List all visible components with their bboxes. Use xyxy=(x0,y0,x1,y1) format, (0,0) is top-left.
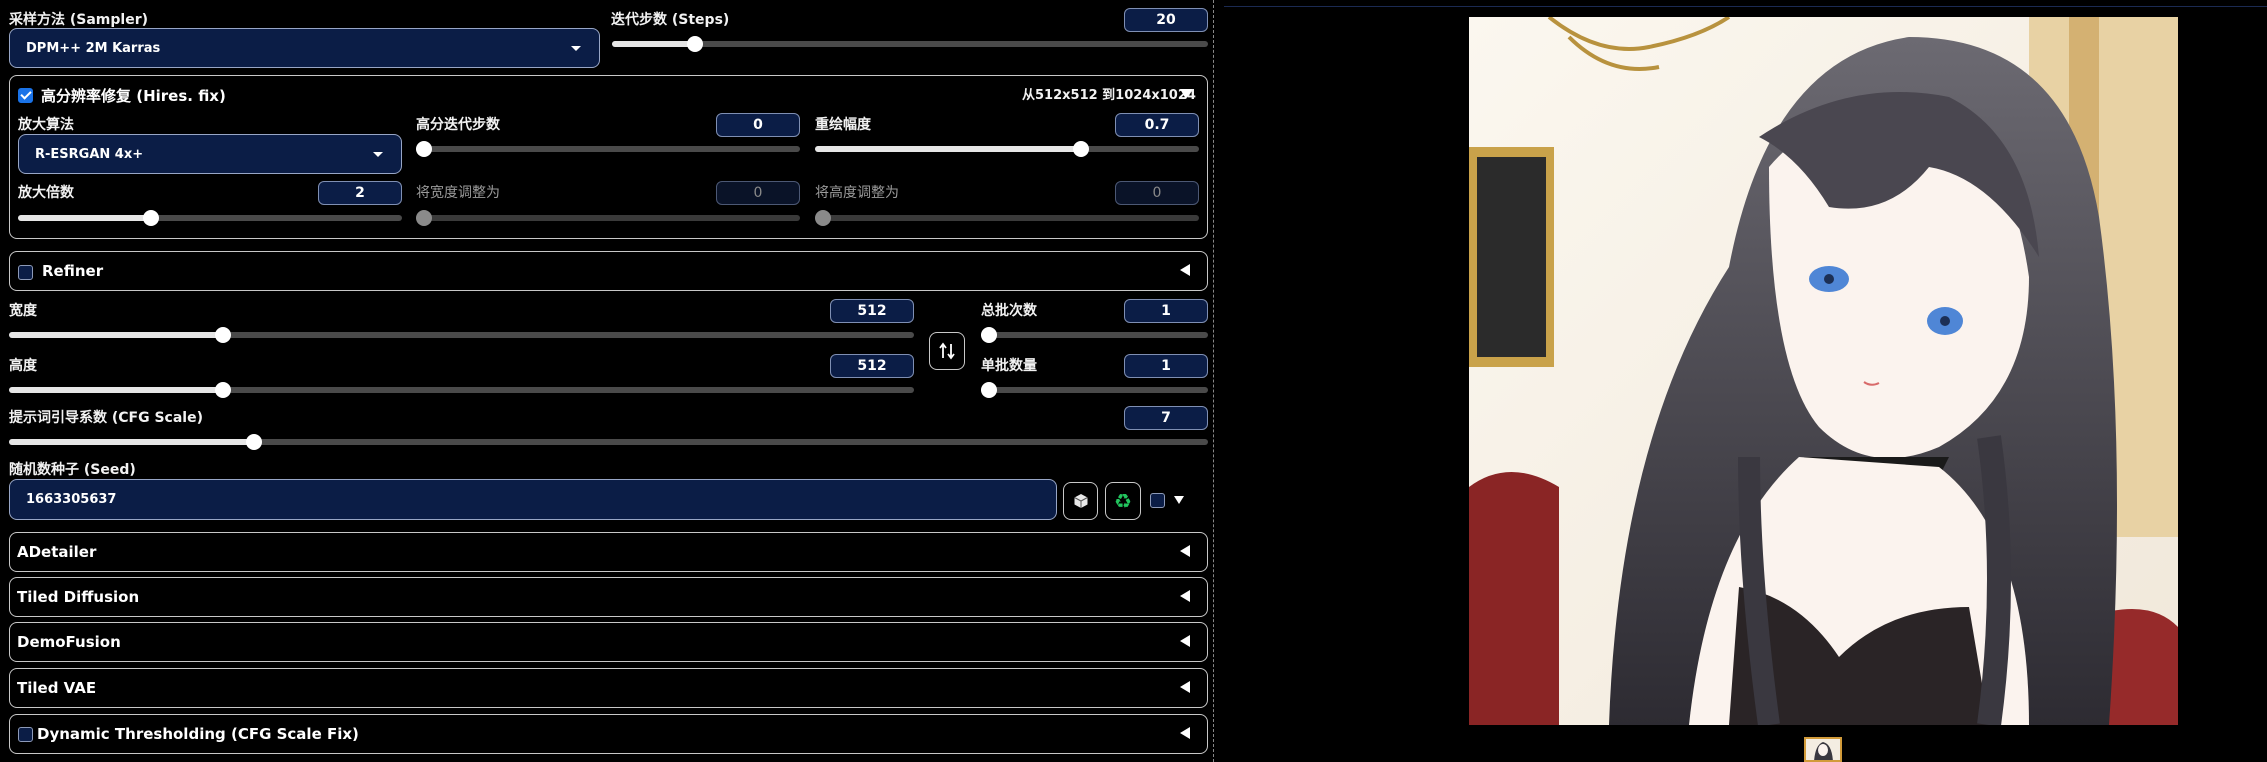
resize-width-slider[interactable] xyxy=(416,210,800,226)
width-input[interactable]: 512 xyxy=(830,299,914,323)
recycle-icon: ♻ xyxy=(1114,489,1132,513)
seed-input[interactable]: 1663305637 xyxy=(9,479,1057,520)
resize-width-label: 将宽度调整为 xyxy=(416,185,500,201)
cfg-label: 提示词引导系数 (CFG Scale) xyxy=(9,410,203,426)
swap-dimensions-button[interactable] xyxy=(929,332,965,370)
hires-steps-input[interactable]: 0 xyxy=(716,113,800,137)
seed-value: 1663305637 xyxy=(26,492,117,507)
expand-triangle-icon[interactable] xyxy=(1180,545,1190,557)
hires-fix-title: 高分辨率修复 (Hires. fix) xyxy=(41,87,226,105)
accordion-title: ADetailer xyxy=(17,543,97,561)
denoise-input[interactable]: 0.7 xyxy=(1115,113,1199,137)
sampler-value: DPM++ 2M Karras xyxy=(26,40,161,56)
denoise-slider[interactable] xyxy=(815,141,1199,157)
slider-thumb[interactable] xyxy=(143,210,160,226)
slider-thumb[interactable] xyxy=(215,382,232,398)
thumbnail-image xyxy=(1806,739,1840,760)
slider-thumb[interactable] xyxy=(981,327,997,343)
collapse-triangle-icon[interactable] xyxy=(1180,89,1192,99)
accordion-title: Tiled VAE xyxy=(17,679,97,697)
output-thumbnail[interactable] xyxy=(1804,737,1842,762)
sampler-select[interactable]: DPM++ 2M Karras xyxy=(9,28,600,68)
refiner-accordion[interactable] xyxy=(9,251,1208,291)
hires-summary: 从512x512 到1024x1024 xyxy=(1022,88,1196,103)
dice-icon xyxy=(1073,494,1088,508)
random-seed-button[interactable] xyxy=(1063,482,1098,520)
steps-label: 迭代步数 (Steps) xyxy=(611,12,730,28)
hires-steps-label: 高分迭代步数 xyxy=(416,117,500,133)
accordion-panel[interactable] xyxy=(9,622,1208,662)
steps-slider[interactable] xyxy=(612,36,1208,52)
expand-triangle-icon[interactable] xyxy=(1180,635,1190,647)
accordion-title: Dynamic Thresholding (CFG Scale Fix) xyxy=(37,725,359,743)
batch-count-slider[interactable] xyxy=(981,327,1208,343)
upscale-by-label: 放大倍数 xyxy=(18,185,74,201)
batch-size-slider[interactable] xyxy=(981,382,1208,398)
expand-triangle-icon[interactable] xyxy=(1180,727,1190,739)
top-border-line xyxy=(1224,6,2267,7)
upscaler-value: R-ESRGAN 4x+ xyxy=(35,146,144,162)
height-label: 高度 xyxy=(9,358,37,374)
resize-width-input[interactable]: 0 xyxy=(716,181,800,205)
generated-anime-girl-image xyxy=(1469,17,2178,725)
seed-extra-checkbox[interactable] xyxy=(1150,493,1165,508)
batch-size-label: 单批数量 xyxy=(981,358,1037,374)
slider-thumb[interactable] xyxy=(416,141,432,157)
hires-steps-slider[interactable] xyxy=(416,141,800,157)
upscale-by-slider[interactable] xyxy=(18,210,402,226)
batch-count-label: 总批次数 xyxy=(981,303,1037,319)
refiner-title: Refiner xyxy=(42,262,104,280)
width-slider[interactable] xyxy=(9,327,914,343)
upscaler-label: 放大算法 xyxy=(18,117,74,133)
cfg-slider[interactable] xyxy=(9,434,1208,450)
reuse-seed-button[interactable]: ♻ xyxy=(1105,482,1141,520)
height-slider[interactable] xyxy=(9,382,914,398)
accordion-panel[interactable] xyxy=(9,668,1208,708)
accordion-title: Tiled Diffusion xyxy=(17,588,140,606)
slider-thumb[interactable] xyxy=(687,36,704,52)
refiner-checkbox[interactable] xyxy=(18,265,33,280)
accordion-panel[interactable] xyxy=(9,577,1208,617)
output-image[interactable] xyxy=(1469,17,2178,725)
accordion-checkbox[interactable] xyxy=(18,727,33,742)
slider-thumb[interactable] xyxy=(1072,141,1089,157)
expand-triangle-icon[interactable] xyxy=(1180,264,1190,276)
slider-thumb[interactable] xyxy=(245,434,262,450)
cfg-input[interactable]: 7 xyxy=(1124,406,1208,430)
upscaler-select[interactable]: R-ESRGAN 4x+ xyxy=(18,134,402,174)
slider-thumb[interactable] xyxy=(815,210,831,226)
hires-fix-checkbox[interactable] xyxy=(18,88,33,103)
resize-height-slider[interactable] xyxy=(815,210,1199,226)
accordion-panel[interactable] xyxy=(9,532,1208,572)
seed-label: 随机数种子 (Seed) xyxy=(9,462,136,478)
sampler-label: 采样方法 (Sampler) xyxy=(9,12,149,28)
expand-triangle-icon[interactable] xyxy=(1180,681,1190,693)
panel-divider xyxy=(1213,0,1214,762)
seed-extra-triangle-icon[interactable] xyxy=(1174,496,1184,504)
swap-vertical-icon xyxy=(939,342,955,360)
expand-triangle-icon[interactable] xyxy=(1180,590,1190,602)
slider-thumb[interactable] xyxy=(981,382,997,398)
batch-count-input[interactable]: 1 xyxy=(1124,299,1208,323)
height-input[interactable]: 512 xyxy=(830,354,914,378)
slider-thumb[interactable] xyxy=(215,327,232,343)
slider-thumb[interactable] xyxy=(416,210,432,226)
resize-height-input[interactable]: 0 xyxy=(1115,181,1199,205)
accordion-title: DemoFusion xyxy=(17,633,121,651)
width-label: 宽度 xyxy=(9,303,37,319)
upscale-by-input[interactable]: 2 xyxy=(318,181,402,205)
chevron-down-icon xyxy=(373,152,383,157)
resize-height-label: 将高度调整为 xyxy=(815,185,899,201)
denoise-label: 重绘幅度 xyxy=(815,117,871,133)
chevron-down-icon xyxy=(571,46,581,51)
steps-input[interactable]: 20 xyxy=(1124,8,1208,32)
batch-size-input[interactable]: 1 xyxy=(1124,354,1208,378)
